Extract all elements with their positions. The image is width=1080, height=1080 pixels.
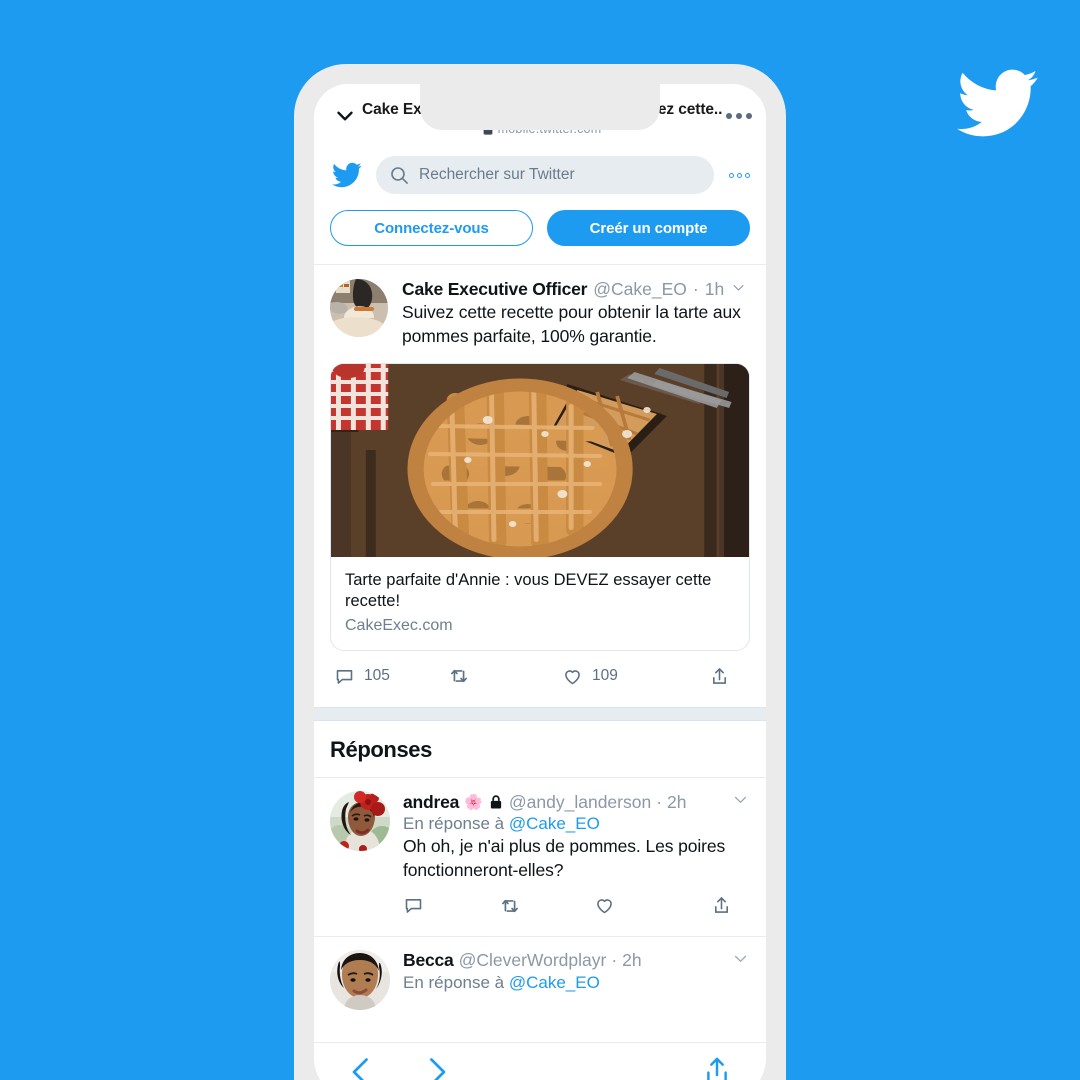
twitter-bird-icon[interactable] [330, 160, 364, 190]
separator: · [692, 279, 699, 299]
browser-menu-button[interactable] [722, 113, 752, 119]
kebab-dot [736, 113, 742, 119]
reply-timestamp[interactable]: 2h [622, 950, 641, 971]
reply-to-line: En réponse à @Cake_EO [403, 814, 750, 834]
main-tweet: Cake Executive Officer @Cake_EO · 1h Sui… [314, 265, 766, 708]
reply-button[interactable] [403, 895, 499, 922]
reply-author-name[interactable]: andrea [403, 792, 459, 813]
collapse-button[interactable] [328, 103, 362, 129]
card-body: Tarte parfaite d'Annie : vous DEVEZ essa… [331, 557, 749, 651]
phone-mockup: Cake Executive Officer sur Twitter: "Sui… [294, 64, 786, 1080]
reply-to-handle[interactable]: @Cake_EO [509, 814, 600, 833]
reply-icon [405, 898, 422, 913]
avatar[interactable] [330, 791, 390, 852]
search-placeholder: Rechercher sur Twitter [419, 166, 575, 183]
heart-icon [597, 898, 613, 914]
reply-menu-button[interactable] [732, 950, 750, 972]
kebab-dot [746, 113, 752, 119]
woman-dark-hair-avatar [330, 949, 390, 1010]
retweet-button[interactable] [499, 895, 595, 922]
reply-icon [336, 669, 353, 684]
list-item[interactable]: andrea 🌸 @andy_landerson · 2h En réponse… [314, 778, 766, 936]
reply-button[interactable]: 105 [334, 665, 448, 687]
retweet-icon [501, 899, 518, 912]
reply-menu-button[interactable] [732, 791, 750, 813]
retweet-button[interactable] [448, 665, 562, 687]
section-separator [314, 707, 766, 722]
like-button[interactable]: 109 [562, 665, 676, 687]
lock-icon [490, 795, 502, 809]
replies-title: Réponses [330, 737, 432, 763]
phone-notch [420, 84, 660, 130]
chevron-left-icon[interactable] [348, 1055, 376, 1080]
chevron-down-icon [734, 796, 747, 804]
tweet-actions: 105 109 [330, 651, 750, 699]
reply-text: Oh oh, je n'ai plus de pommes. Les poire… [403, 836, 726, 880]
baker-avatar [330, 279, 388, 337]
share-up-icon[interactable] [702, 1056, 732, 1080]
chevron-right-icon[interactable] [422, 1055, 450, 1080]
search-icon [391, 166, 408, 184]
reply-to-prefix: En réponse à [403, 972, 509, 992]
more-options-icon[interactable] [726, 172, 750, 178]
kebab-dot [726, 113, 732, 119]
chevron-down-icon [734, 955, 747, 962]
like-button[interactable] [594, 895, 690, 922]
card-title: Tarte parfaite d'Annie : vous DEVEZ essa… [345, 570, 712, 611]
card-domain: CakeExec.com [345, 617, 453, 635]
login-button[interactable]: Connectez-vous [330, 210, 533, 246]
replies-header: Réponses [314, 721, 766, 778]
share-button[interactable] [676, 665, 746, 687]
woman-red-flowers-avatar [330, 791, 390, 852]
reply-author-handle[interactable]: @andy_landerson [509, 792, 651, 813]
chevron-down-icon [337, 111, 353, 121]
reply-count: 105 [364, 667, 390, 685]
list-item[interactable]: Becca @CleverWordplayr · 2h En réponse à… [314, 936, 766, 1014]
tweet-author-line: Cake Executive Officer @Cake_EO · 1h [402, 279, 750, 300]
twitter-app-header: Rechercher sur Twitter [314, 148, 766, 206]
reply-to-line: En réponse à @Cake_EO [403, 973, 750, 993]
reply-to-prefix: En réponse à [403, 814, 509, 834]
apple-lattice-pie-photo [331, 363, 749, 557]
chevron-down-icon[interactable] [731, 280, 746, 295]
timestamp[interactable]: 1h [705, 279, 724, 300]
share-button[interactable] [690, 895, 750, 922]
avatar[interactable] [330, 279, 388, 337]
reply-author-line: Becca @CleverWordplayr · 2h [403, 950, 750, 972]
phone-screen: Cake Executive Officer sur Twitter: "Sui… [314, 84, 766, 1080]
dot [745, 172, 750, 178]
reply-to-handle[interactable]: @Cake_EO [509, 973, 600, 992]
browser-bottom-nav [314, 1042, 766, 1080]
reply-author-handle[interactable]: @CleverWordplayr [459, 950, 607, 971]
share-up-icon [713, 667, 726, 684]
auth-buttons-row: Connectez-vous Creér un compte [314, 206, 766, 264]
author-handle[interactable]: @Cake_EO [593, 279, 687, 300]
search-input[interactable]: Rechercher sur Twitter [376, 156, 714, 194]
dot [729, 172, 734, 178]
like-count: 109 [592, 667, 618, 685]
twitter-brand-logo [957, 69, 1038, 137]
link-preview-card[interactable]: Tarte parfaite d'Annie : vous DEVEZ essa… [330, 362, 750, 652]
signup-button[interactable]: Creér un compte [547, 210, 750, 246]
avatar[interactable] [330, 949, 390, 1010]
reply-author-name[interactable]: Becca [403, 950, 454, 971]
tweet-text: Suivez cette recette pour obtenir la tar… [402, 302, 741, 346]
separator: · [656, 791, 663, 812]
reply-actions [403, 883, 750, 932]
retweet-icon [451, 669, 467, 683]
reply-timestamp[interactable]: 2h [667, 792, 686, 813]
share-up-icon [715, 896, 728, 913]
author-name[interactable]: Cake Executive Officer [402, 279, 587, 300]
separator: · [611, 950, 618, 971]
heart-icon [565, 669, 580, 684]
flower-emoji: 🌸 [464, 793, 483, 811]
reply-author-line: andrea 🌸 @andy_landerson · 2h [403, 791, 750, 813]
dot [737, 172, 742, 178]
